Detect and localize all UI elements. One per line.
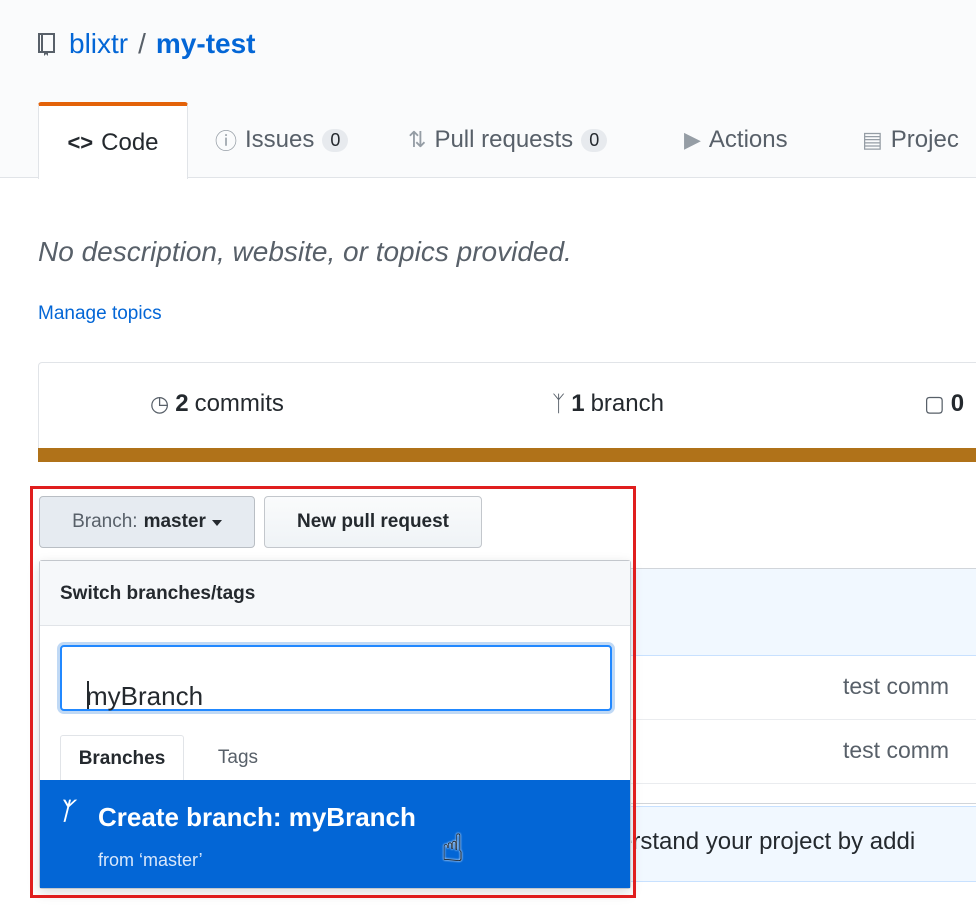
text-cursor — [87, 681, 89, 709]
file-list: test comm test comm — [630, 568, 976, 804]
repo-owner-link[interactable]: blixtr — [69, 28, 128, 60]
commits-count: 2 — [175, 390, 189, 417]
tab-projects-label: Projec — [890, 126, 959, 153]
create-branch-source: from ‘master’ — [98, 850, 203, 870]
manage-topics-link[interactable]: Manage topics — [38, 303, 162, 325]
packages-count: 0 — [950, 390, 965, 417]
tab-branches[interactable]: Branches — [60, 735, 184, 782]
tab-code[interactable]: <> Code — [38, 102, 188, 179]
tab-code-label: Code — [101, 128, 159, 156]
repo-title: blixtr / my-test — [37, 24, 256, 64]
dropdown-title: Switch branches/tags — [60, 583, 256, 604]
repo-name-link[interactable]: my-test — [156, 28, 256, 60]
branch-prefix: Branch: — [72, 511, 138, 532]
create-branch-label: Create branch: myBranch — [98, 802, 416, 832]
tab-issues-label: Issues — [245, 126, 315, 153]
repo-description: No description, website, or topics provi… — [38, 236, 572, 267]
branch-icon: ᛉ — [552, 391, 566, 416]
history-icon: ◷ — [150, 391, 170, 416]
play-icon: ▶ — [684, 127, 701, 152]
pull-requests-counter: 0 — [581, 128, 608, 152]
file-commit-message[interactable]: test comm — [843, 673, 949, 700]
branch-select-button[interactable]: Branch: master — [39, 496, 255, 548]
hand-pointer-cursor-icon: ☝ — [441, 828, 465, 870]
readme-prompt: erstand your project by addi — [590, 806, 976, 882]
commits-label: commits — [194, 390, 284, 417]
latest-commit-header — [631, 569, 976, 656]
tab-pull-requests[interactable]: ⇅ Pull requests 0 — [408, 102, 608, 178]
create-branch-item[interactable]: ᛉ Create branch: myBranch from ‘master’ — [40, 780, 630, 888]
issues-counter: 0 — [322, 128, 349, 152]
file-commit-message[interactable]: test comm — [843, 737, 949, 764]
filter-value: myBranch — [86, 681, 204, 711]
package-icon: ▢ — [924, 391, 945, 416]
pull-request-icon: ⇅ — [408, 127, 427, 152]
tab-actions[interactable]: ▶ Actions — [684, 102, 788, 178]
repo-icon — [38, 33, 55, 56]
tab-projects[interactable]: ▤ Projec — [862, 102, 959, 178]
caret-down-icon — [211, 520, 222, 526]
branches-label: branch — [590, 390, 664, 417]
file-row[interactable]: test comm — [631, 655, 976, 720]
tab-tags[interactable]: Tags — [190, 735, 286, 781]
code-icon: <> — [67, 129, 94, 155]
language-bar — [38, 448, 976, 462]
tab-actions-label: Actions — [708, 126, 788, 153]
repo-nav: <> Code ⓘ Issues 0 ⇅ Pull requests 0 ▶ A… — [0, 102, 976, 179]
repo-separator: / — [138, 28, 146, 59]
branch-icon: ᛉ — [58, 798, 73, 825]
commits-stat[interactable]: ◷ 2 commits — [150, 390, 284, 418]
new-pull-request-button[interactable]: New pull request — [264, 496, 482, 548]
branch-filter-input[interactable]: myBranch — [60, 645, 612, 711]
readme-prompt-text: erstand your project by addi — [619, 828, 916, 855]
branch-dropdown: Switch branches/tags myBranch Branches T… — [39, 560, 631, 889]
issue-icon: ⓘ — [215, 129, 238, 154]
dropdown-header: Switch branches/tags — [40, 561, 630, 626]
branches-count: 1 — [571, 390, 585, 417]
tab-pull-requests-label: Pull requests — [434, 126, 574, 153]
branches-stat[interactable]: ᛉ 1 branch — [552, 390, 664, 418]
tab-issues[interactable]: ⓘ Issues 0 — [215, 102, 349, 178]
packages-stat[interactable]: ▢ 0 — [924, 390, 970, 418]
file-row[interactable]: test comm — [631, 719, 976, 784]
project-icon: ▤ — [862, 127, 883, 152]
current-branch: master — [143, 511, 206, 532]
